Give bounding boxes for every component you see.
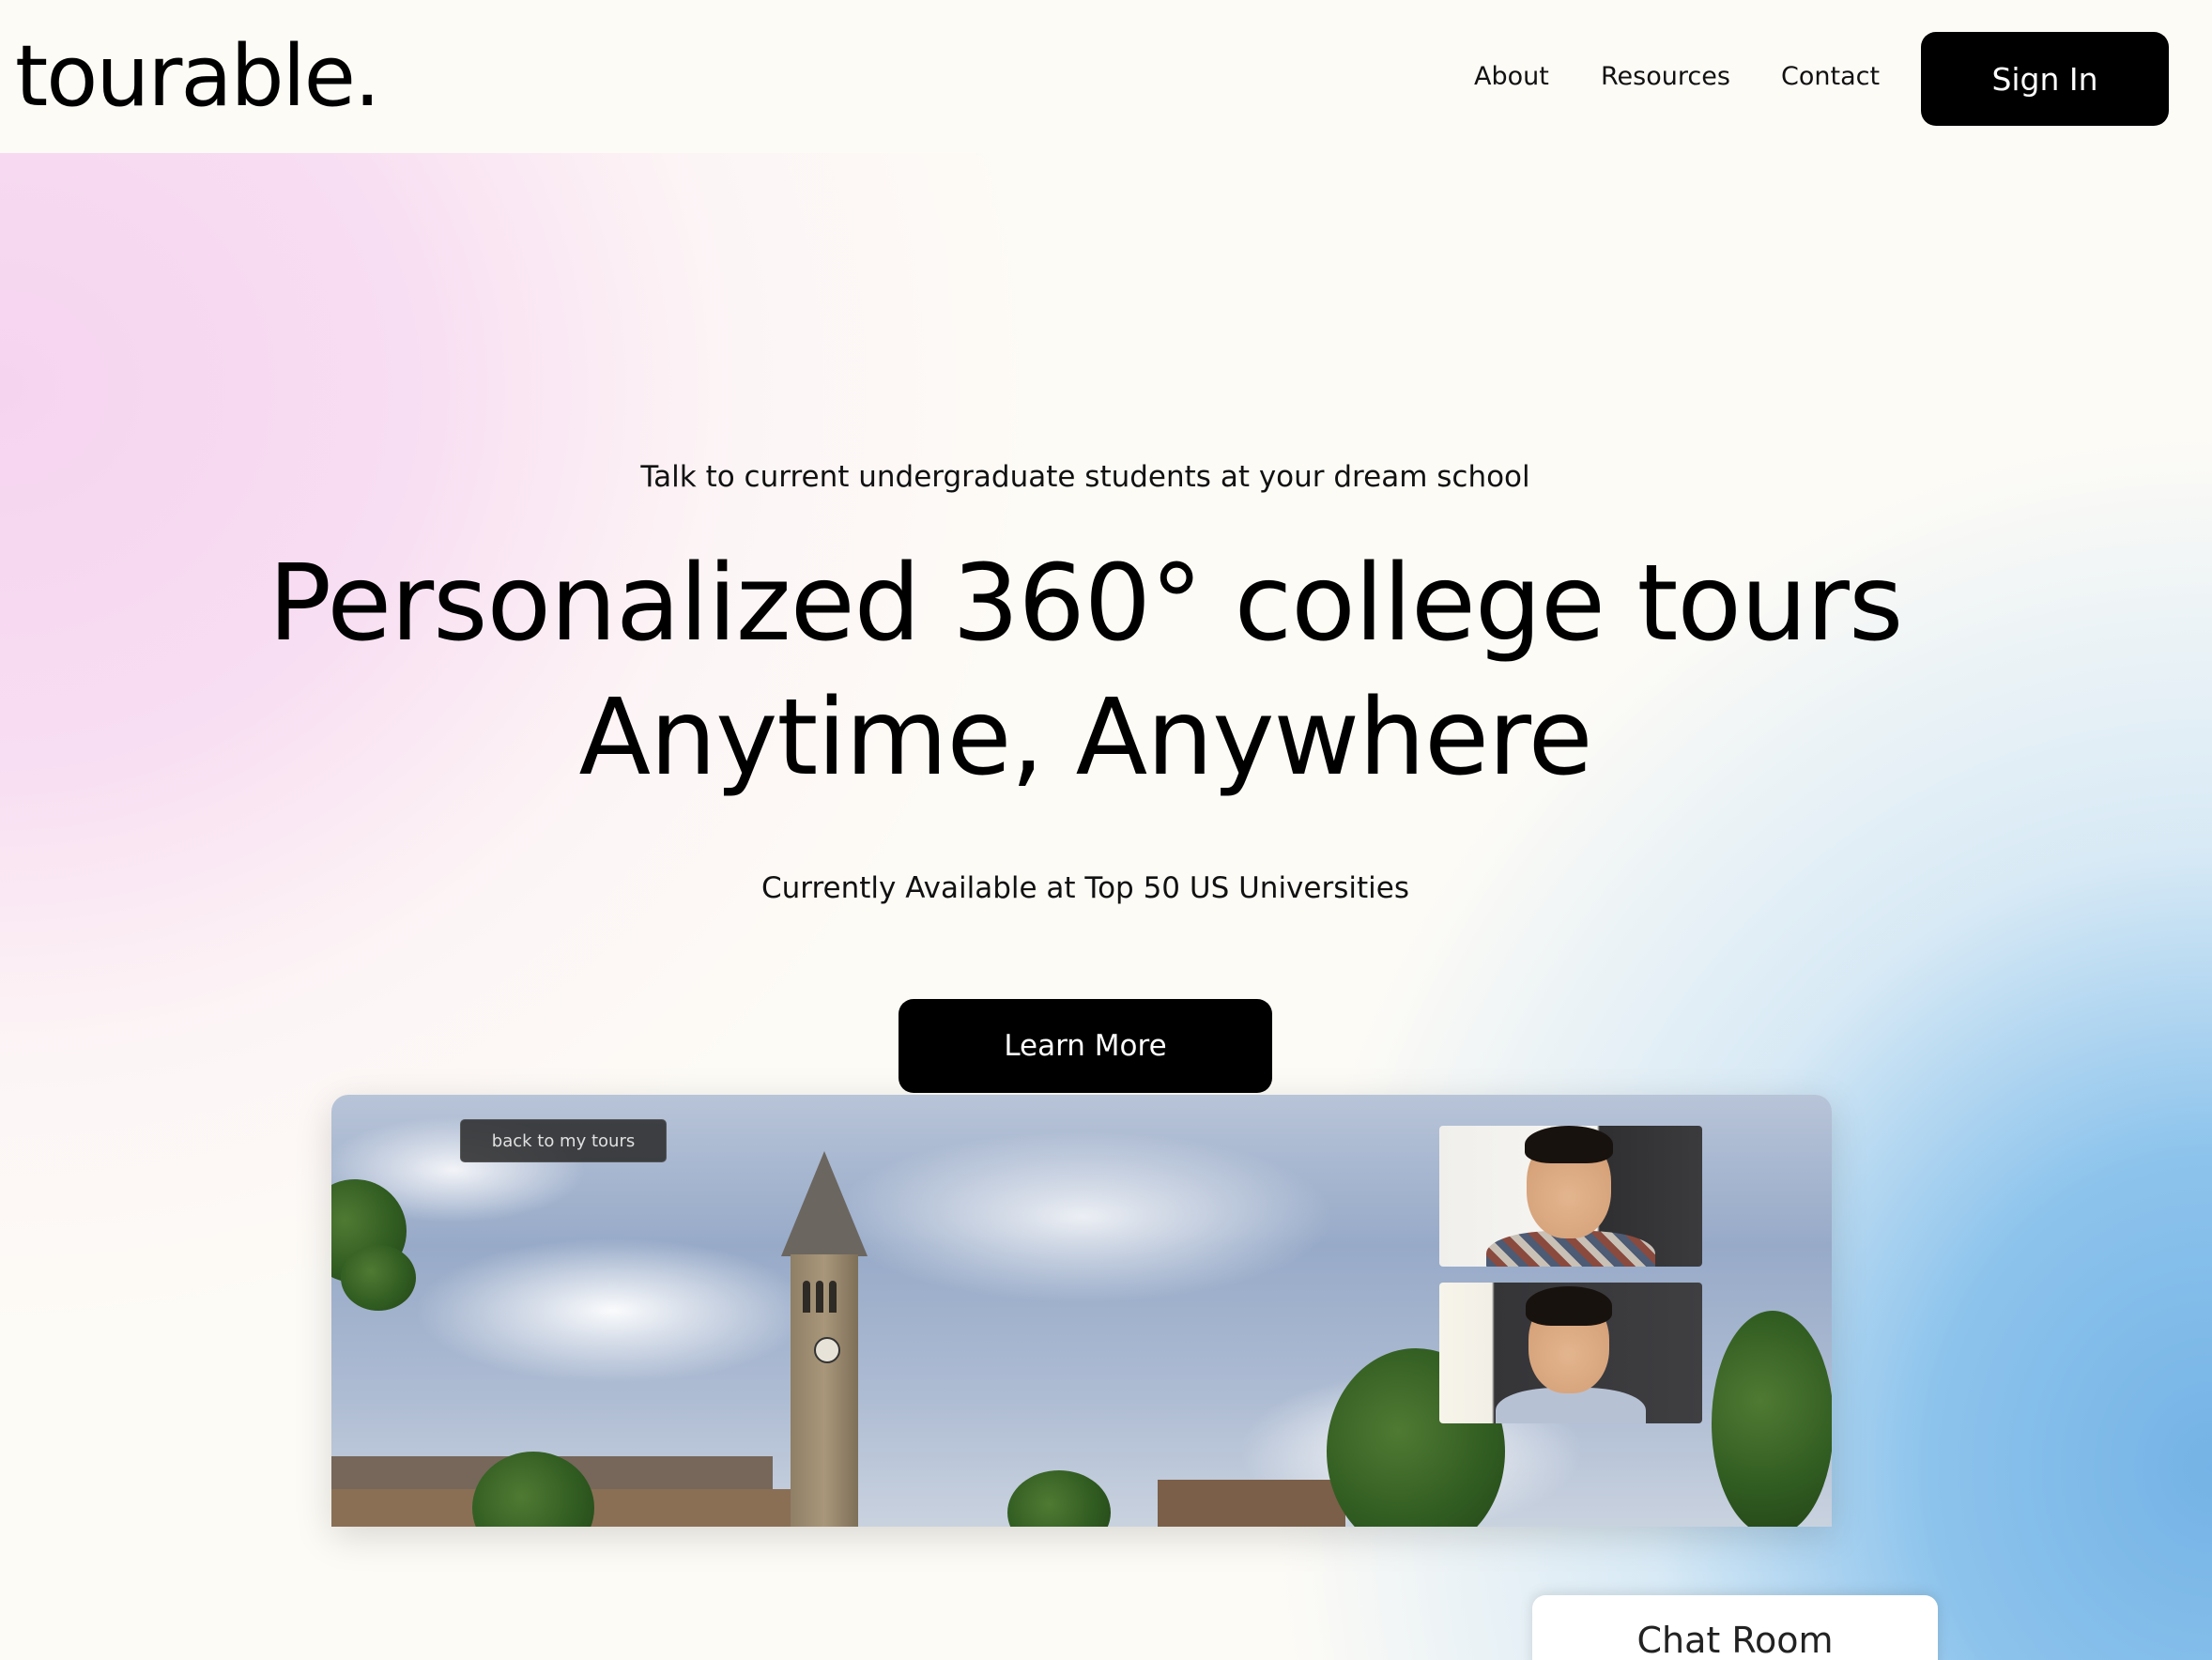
chat-room-tab[interactable]: Chat Room [1532,1595,1938,1660]
nav-resources[interactable]: Resources [1601,56,1730,98]
learn-more-button[interactable]: Learn More [899,999,1272,1093]
participant-hair [1526,1286,1612,1326]
tour-preview[interactable]: back to my tours [331,1095,1832,1527]
tree-right-2 [1712,1311,1832,1527]
building-right [1158,1480,1345,1527]
logo[interactable]: tourable. [15,21,381,133]
video-participant-1 [1439,1126,1702,1267]
site-header: tourable. About Resources Contact Sign I… [0,0,2212,153]
tower-window [816,1281,823,1313]
tree-left-2 [341,1245,416,1311]
back-to-tours-button[interactable]: back to my tours [460,1119,667,1162]
hero-headline-line1: Personalized 360° college tours [268,543,1904,665]
tower-window [803,1281,810,1313]
participant-hair [1525,1126,1613,1163]
nav-about[interactable]: About [1474,56,1549,98]
hero-headline-line2: Anytime, Anywhere [578,677,1593,799]
clock-tower-spire [781,1151,868,1256]
hero-tagline: Talk to current undergraduate students a… [640,460,1530,494]
sign-in-button[interactable]: Sign In [1921,32,2169,126]
hero-availability: Currently Available at Top 50 US Univers… [761,871,1409,905]
tree-center-2 [1007,1470,1111,1527]
clock-tower [791,1254,858,1527]
tower-window [829,1281,837,1313]
nav-contact[interactable]: Contact [1781,56,1880,98]
video-participant-2 [1439,1283,1702,1423]
clock-face [814,1337,840,1363]
